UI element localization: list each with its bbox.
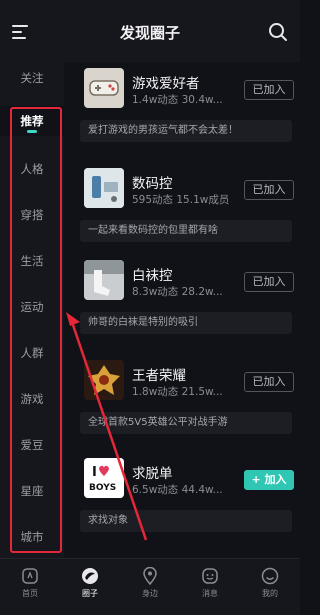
tab-label: 我的 — [262, 589, 278, 598]
location-icon — [143, 567, 157, 585]
pointer-arrow-annotation — [66, 312, 148, 541]
profile-icon — [261, 567, 279, 585]
circle-icon — [82, 568, 98, 584]
tab-circle[interactable]: 圈子 — [70, 567, 110, 599]
tab-label: 首页 — [22, 589, 38, 598]
tab-label: 消息 — [202, 589, 218, 598]
tab-label: 圈子 — [82, 589, 98, 598]
home-icon — [22, 568, 38, 584]
tab-messages[interactable]: 消息 — [190, 567, 230, 599]
tab-home[interactable]: 首页 — [10, 567, 50, 599]
tab-profile[interactable]: 我的 — [250, 567, 290, 599]
message-icon — [202, 568, 218, 584]
tab-label: 身边 — [142, 589, 158, 598]
bottom-tab-bar: 首页 圈子 身边 消息 我的 — [0, 558, 300, 615]
tab-nearby[interactable]: 身边 — [130, 567, 170, 599]
